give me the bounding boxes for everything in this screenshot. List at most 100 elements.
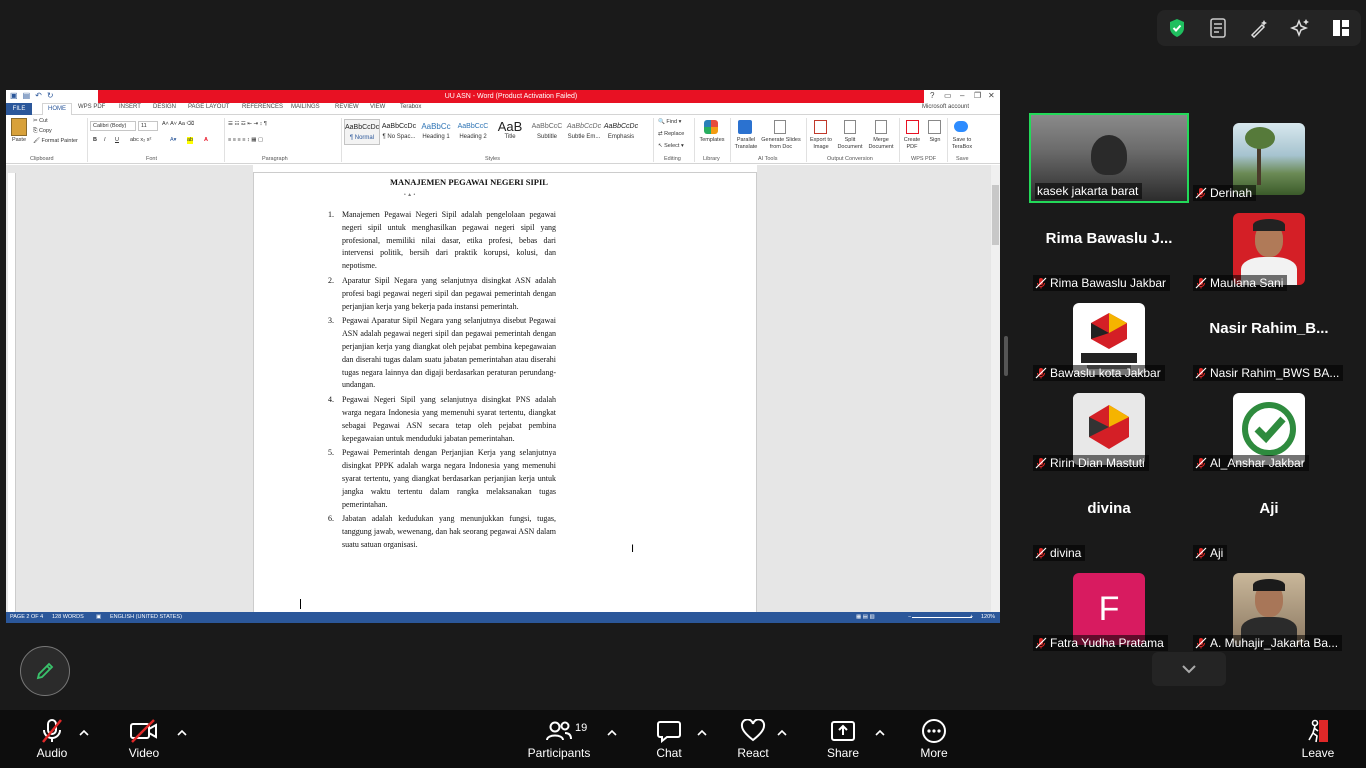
tab-wps-pdf[interactable]: WPS PDF [78,104,105,110]
italic-button[interactable]: I [104,137,106,144]
tab-page-layout[interactable]: PAGE LAYOUT [188,104,229,110]
export-image-icon[interactable] [814,120,827,134]
highlight-button[interactable]: ab [187,137,194,144]
tab-insert[interactable]: INSERT [119,104,141,110]
zoom-level[interactable]: 120% [981,614,995,620]
help-icon[interactable]: ? [930,91,934,100]
vertical-scrollbar[interactable] [991,165,1000,612]
tab-references[interactable]: REFERENCES [242,104,283,110]
parallel-translate-icon[interactable] [738,120,752,134]
create-pdf-button[interactable]: Create PDF [902,137,922,151]
align-buttons[interactable]: ≡ ≡ ≡ ≡ ↕ ▦ ▢ [228,137,263,144]
page-count[interactable]: PAGE 2 OF 4 [10,614,43,620]
tab-design[interactable]: DESIGN [153,104,176,110]
participant-tile[interactable]: Nasir Rahim_B... Nasir Rahim_BWS BA... [1189,293,1349,383]
word-count[interactable]: 128 WORDS [52,614,84,620]
text-effects-button[interactable]: A▾ [170,137,176,144]
terabox-cloud-icon[interactable] [954,121,968,132]
bold-button[interactable]: B [93,137,97,144]
participant-tile[interactable]: divina divina [1029,473,1189,563]
view-mode-icons[interactable]: ▦ ▤ ▥ [856,614,875,620]
proofing-icon[interactable]: ▣ [96,614,101,620]
cut-button[interactable]: ✂ Cut [33,118,48,125]
parallel-translate-button[interactable]: Parallel Translate [730,137,762,151]
merge-document-button[interactable]: Merge Document [865,137,897,151]
templates-icon[interactable] [704,120,718,134]
ai-sparkle-icon[interactable] [1288,16,1312,40]
react-options-chevron-icon[interactable] [776,728,788,738]
zoom-in-icon[interactable]: + [970,614,973,620]
font-name-select[interactable]: Calibri (Body) [90,121,136,131]
replace-button[interactable]: ⇄ Replace [658,131,684,138]
export-image-button[interactable]: Export to Image [807,137,835,151]
language-label[interactable]: ENGLISH (UNITED STATES) [110,614,182,620]
paste-icon[interactable] [11,118,27,136]
sign-button[interactable]: Sign [926,137,944,144]
style-normal[interactable]: AaBbCcDc ¶ Normal [344,119,380,145]
style-title[interactable]: AaB Title [492,119,528,145]
zoom-slider[interactable] [912,617,972,618]
style-heading-2[interactable]: AaBbCcC Heading 2 [455,119,491,145]
ribbon-display-icon[interactable]: ▭ [944,91,952,100]
share-button[interactable]: Share [808,718,878,764]
split-document-button[interactable]: Split Document [835,137,865,151]
style-subtle-emphasis[interactable]: AaBbCcDc Subtle Em... [566,119,602,145]
panel-resize-handle[interactable] [1004,336,1008,376]
participant-tile[interactable]: A. Muhajir_Jakarta Ba... [1189,563,1349,653]
sign-icon[interactable] [928,120,941,134]
format-painter-button[interactable]: 🖌 Format Painter [33,138,78,145]
participant-tile[interactable]: Rima Bawaslu J... Rima Bawaslu Jakbar [1029,203,1189,293]
generate-slides-icon[interactable] [774,120,786,134]
create-pdf-icon[interactable] [906,120,919,134]
tab-review[interactable]: REVIEW [335,104,359,110]
paste-button[interactable]: Paste [8,137,30,144]
list-buttons[interactable]: ☰ ☷ ☲ ⇤ ⇥ ↕ ¶ [228,121,267,128]
style-heading-1[interactable]: AaBbCc Heading 1 [418,119,454,145]
participant-tile[interactable]: Maulana Sani [1189,203,1349,293]
tab-view[interactable]: VIEW [370,104,385,110]
zoom-out-icon[interactable]: − [908,614,911,620]
annotate-button[interactable] [20,646,70,696]
participant-tile[interactable]: F Fatra Yudha Pratama [1029,563,1189,653]
participant-tile[interactable]: Ririn Dian Mastuti [1029,383,1189,473]
select-button[interactable]: ↖ Select ▾ [658,143,684,150]
chat-options-chevron-icon[interactable] [696,728,708,738]
save-icon[interactable]: ▤ [23,91,31,100]
font-grow-shrink-buttons[interactable]: A˄ A˅ Aa ⌫ [162,121,194,128]
account-label[interactable]: Microsoft account [922,104,969,110]
shield-icon[interactable] [1165,16,1189,40]
undo-icon[interactable]: ↶ [35,91,42,100]
participant-tile[interactable]: kasek jakarta barat [1029,113,1189,203]
templates-button[interactable]: Templates [696,137,728,144]
minimize-icon[interactable]: – [960,91,964,100]
participant-tile[interactable]: Bawaslu kota Jakbar [1029,293,1189,383]
tab-home[interactable]: HOME [42,103,72,115]
video-button[interactable]: Video [109,718,179,764]
share-options-chevron-icon[interactable] [874,728,886,738]
restore-icon[interactable]: ❐ [974,91,981,100]
leave-button[interactable]: Leave [1283,718,1353,764]
merge-document-icon[interactable] [875,120,887,134]
split-document-icon[interactable] [844,120,856,134]
tab-mailings[interactable]: MAILINGS [291,104,320,110]
participant-tile[interactable]: Aji Aji [1189,473,1349,563]
notes-icon[interactable] [1206,16,1230,40]
style-subtitle[interactable]: AaBbCcC Subtitle [529,119,565,145]
more-button[interactable]: More [899,718,969,764]
magic-pen-icon[interactable] [1247,16,1271,40]
style-no-spacing[interactable]: AaBbCcDc ¶ No Spac... [381,119,417,145]
audio-options-chevron-icon[interactable] [78,728,90,738]
participant-tile[interactable]: Derinah [1189,113,1349,203]
copy-button[interactable]: ⎘ Copy [33,128,52,135]
document-page[interactable]: MANAJEMEN PEGAWAI NEGERI SIPIL • ▲ • 1. M… [253,173,757,612]
view-layout-icon[interactable] [1329,16,1353,40]
tab-file[interactable]: FILE [6,103,32,115]
generate-slides-button[interactable]: Generate Slides from Doc [760,137,802,151]
audio-button[interactable]: Audio [17,718,87,764]
scroll-thumb[interactable] [992,185,999,245]
font-color-button[interactable]: A [204,137,208,144]
participants-options-chevron-icon[interactable] [606,728,618,738]
underline-button[interactable]: U [115,137,119,144]
tab-terabox[interactable]: Terabox [400,104,421,110]
style-emphasis[interactable]: AaBbCcDc Emphasis [603,119,639,145]
